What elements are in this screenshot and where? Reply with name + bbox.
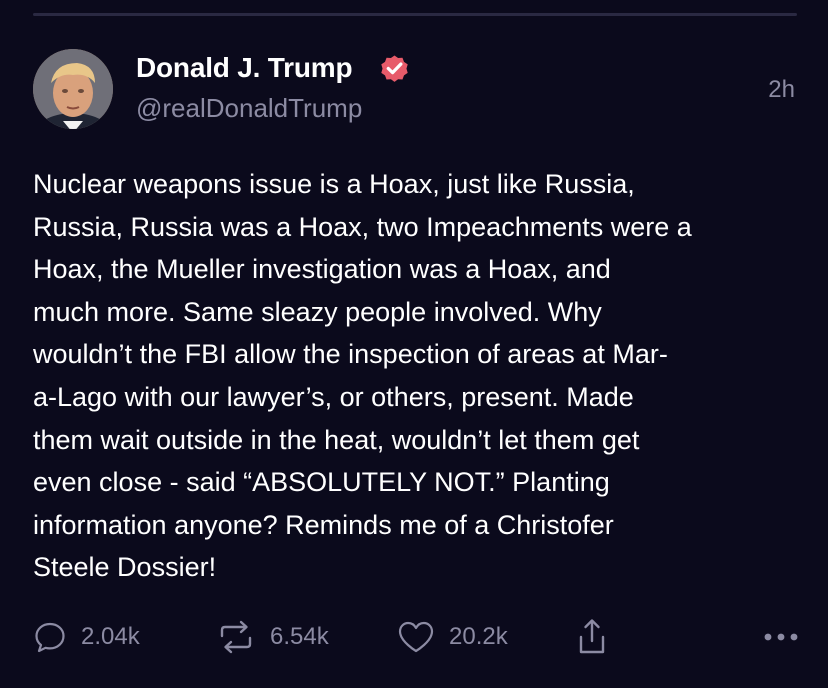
author-handle[interactable]: @realDonaldTrump <box>136 92 362 124</box>
verified-badge-icon <box>381 55 408 82</box>
post-body: Nuclear weapons issue is a Hoax, just li… <box>33 169 692 583</box>
share-button[interactable] <box>576 612 608 662</box>
repost-icon <box>220 620 252 654</box>
avatar-portrait <box>33 49 113 129</box>
reply-count: 2.04k <box>81 623 140 650</box>
author-display-name[interactable]: Donald J. Trump <box>136 50 353 86</box>
like-button[interactable]: 20.2k <box>397 612 508 662</box>
heart-icon <box>398 621 434 653</box>
reply-button[interactable]: 2.04k <box>33 612 140 662</box>
share-icon <box>579 619 605 654</box>
repost-count: 6.54k <box>270 623 329 650</box>
comment-icon <box>35 622 65 653</box>
more-options-button[interactable] <box>763 612 799 662</box>
avatar[interactable] <box>33 49 113 129</box>
like-count: 20.2k <box>449 623 508 650</box>
repost-button[interactable]: 6.54k <box>216 612 329 662</box>
more-icon <box>764 633 798 641</box>
post-timestamp[interactable]: 2h <box>768 75 795 105</box>
action-bar: 2.04k 6.54k 20.2k <box>33 612 799 662</box>
top-divider <box>33 13 797 16</box>
